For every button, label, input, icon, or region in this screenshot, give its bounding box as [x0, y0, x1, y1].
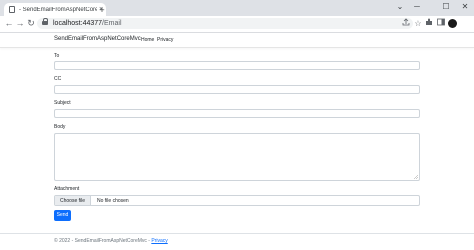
tab-title: - SendEmailFromAspNetCoreMv	[19, 6, 97, 13]
attachment-label: Attachment	[54, 186, 80, 192]
send-button[interactable]: Send	[54, 210, 71, 221]
subject-field[interactable]	[54, 109, 420, 118]
nav-home[interactable]: Home	[141, 37, 154, 43]
site-brand[interactable]: SendEmailFromAspNetCoreMvc	[54, 36, 141, 42]
browser-tab[interactable]: - SendEmailFromAspNetCoreMv ×	[4, 3, 106, 16]
footer-privacy-link[interactable]: Privacy	[151, 238, 167, 244]
body-label: Body	[54, 124, 66, 130]
to-label: To	[54, 53, 60, 59]
minimize-button[interactable]: ─	[409, 1, 425, 13]
to-field[interactable]	[54, 61, 420, 70]
body-field[interactable]	[54, 133, 420, 181]
close-window-button[interactable]: ✕	[457, 1, 473, 13]
footer-text: © 2022 - SendEmailFromAspNetCoreMvc -	[54, 238, 152, 244]
cc-label: CC	[54, 76, 62, 82]
restore-button[interactable]: ☐	[438, 1, 454, 13]
resize-handle[interactable]	[414, 175, 418, 179]
file-status: No file chosen	[97, 197, 129, 204]
new-tab-button[interactable]: +	[97, 6, 107, 16]
nav-privacy[interactable]: Privacy	[157, 37, 173, 43]
cc-field[interactable]	[54, 85, 420, 94]
lock-icon	[42, 18, 48, 26]
share-icon[interactable]	[401, 18, 411, 29]
page-icon	[9, 6, 15, 13]
reload-button[interactable]: ↻	[25, 17, 37, 30]
footer-divider	[0, 233, 474, 234]
tab-search-icon[interactable]: ⌄	[392, 1, 408, 13]
extensions-icon[interactable]	[424, 18, 434, 29]
choose-file-button[interactable]: Choose file	[55, 196, 92, 205]
address-bar[interactable]: localhost:44377/Email	[37, 18, 413, 29]
subject-label: Subject	[54, 100, 71, 106]
attachment-input[interactable]: Choose file No file chosen	[54, 195, 420, 206]
sidebar-icon[interactable]	[436, 18, 446, 29]
url-text: localhost:44377/Email	[53, 20, 122, 27]
profile-avatar[interactable]	[448, 19, 457, 28]
star-icon[interactable]: ☆	[413, 18, 423, 29]
footer: © 2022 - SendEmailFromAspNetCoreMvc - Pr…	[54, 238, 168, 244]
